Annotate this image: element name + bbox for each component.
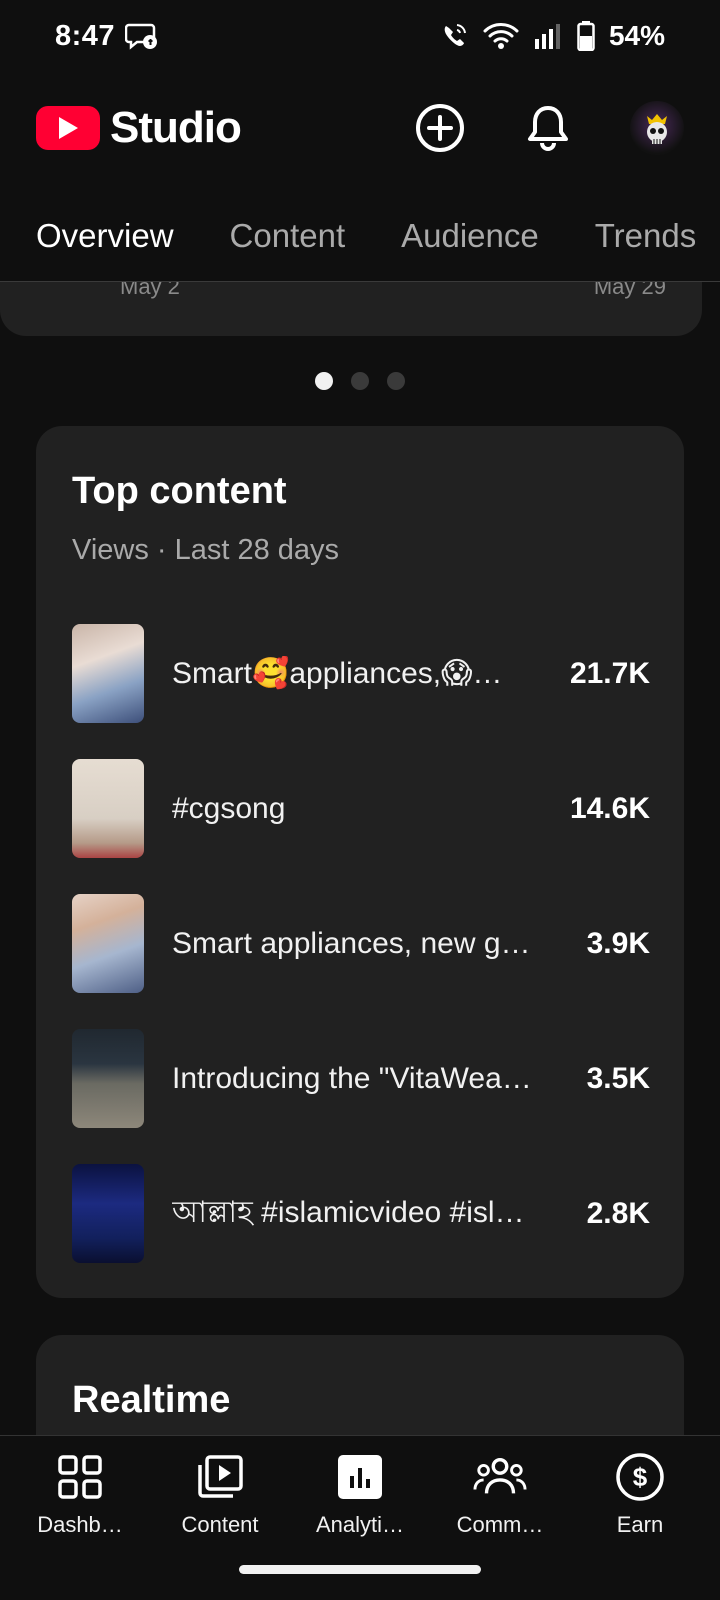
notifications-button[interactable] [518, 98, 578, 158]
battery-percent: 54% [608, 20, 665, 51]
nav-community[interactable]: Comm… [435, 1436, 565, 1556]
video-title: Introducing the "VitaWea… [172, 1061, 532, 1095]
tab-overview[interactable]: Overview [36, 205, 174, 281]
video-thumbnail [72, 624, 144, 723]
video-views: 3.5K [586, 1061, 650, 1095]
tab-content[interactable]: Content [230, 205, 346, 281]
video-views: 2.8K [586, 1196, 650, 1230]
tab-audience[interactable]: Audience [401, 205, 539, 281]
video-thumbnail [72, 759, 144, 858]
wifi-icon [483, 21, 519, 51]
svg-text:$: $ [633, 1462, 648, 1492]
header-actions [410, 98, 684, 158]
list-item[interactable]: Introducing the "VitaWea… 3.5K [72, 1011, 650, 1146]
video-title: #cgsong [172, 791, 286, 825]
video-title: Smart appliances, new g… [172, 926, 531, 960]
list-item[interactable]: Smart🥰appliances,😱… 21.7K [72, 606, 650, 741]
video-thumbnail [72, 1164, 144, 1263]
top-content-subtitle: Views · Last 28 days [72, 534, 340, 566]
analytics-icon [333, 1450, 387, 1504]
community-icon [473, 1450, 527, 1504]
nav-earn[interactable]: $ Earn [575, 1436, 705, 1556]
youtube-logo-icon [36, 106, 100, 150]
nav-earn-label: Earn [616, 1512, 664, 1537]
bottom-nav: Dashb… Content Analyti… Comm… $ Earn [0, 1435, 720, 1600]
video-views: 3.9K [586, 926, 650, 960]
nav-dashboard[interactable]: Dashb… [15, 1436, 145, 1556]
status-right: 54% [439, 20, 665, 52]
app-header: Studio [0, 90, 720, 166]
messenger-notification-icon [125, 21, 159, 51]
list-item[interactable]: আল্লাহ #islamicvideo #isl… 2.8K [72, 1146, 650, 1281]
video-title: Smart🥰appliances,😱… [172, 657, 503, 690]
carousel-dot-1[interactable] [315, 372, 333, 390]
battery-icon [577, 21, 595, 51]
nav-analytics[interactable]: Analyti… [295, 1436, 425, 1556]
realtime-title: Realtime [72, 1379, 231, 1421]
earn-icon: $ [613, 1450, 667, 1504]
wifi-call-icon [439, 21, 469, 51]
skull-avatar-icon [647, 114, 667, 144]
dashboard-icon [53, 1450, 107, 1504]
create-button[interactable] [410, 98, 470, 158]
app-name: Studio [110, 103, 242, 152]
signal-icon [533, 23, 563, 49]
top-content-title: Top content [72, 470, 287, 512]
video-views: 14.6K [569, 791, 650, 825]
video-views: 21.7K [569, 656, 650, 690]
video-thumbnail [72, 1029, 144, 1128]
studio-logo[interactable]: Studio [36, 103, 242, 153]
nav-analytics-label: Analyti… [315, 1512, 405, 1537]
bottom-nav-items: Dashb… Content Analyti… Comm… $ Earn [0, 1436, 720, 1556]
avatar[interactable] [630, 101, 684, 155]
status-bar: 8:47 54% [0, 0, 720, 72]
status-left: 8:47 [55, 20, 159, 53]
list-item[interactable]: #cgsong 14.6K [72, 741, 650, 876]
carousel-dot-2[interactable] [351, 372, 369, 390]
top-content-card: Top content Views · Last 28 days Smart🥰a… [36, 426, 684, 1298]
list-item[interactable]: Smart appliances, new g… 3.9K [72, 876, 650, 1011]
plus-circle-icon [416, 104, 464, 152]
status-time: 8:47 [55, 19, 116, 52]
video-thumbnail [72, 894, 144, 993]
tab-trends[interactable]: Trends [595, 205, 696, 281]
nav-dashboard-label: Dashb… [37, 1512, 123, 1537]
home-indicator[interactable] [239, 1565, 481, 1574]
bell-icon [528, 106, 568, 151]
video-title: আল্লাহ #islamicvideo #isl… [172, 1196, 525, 1229]
nav-community-label: Comm… [456, 1512, 544, 1537]
carousel-indicator [0, 372, 720, 390]
nav-content[interactable]: Content [155, 1436, 285, 1556]
content-icon [193, 1450, 247, 1504]
carousel-dot-3[interactable] [387, 372, 405, 390]
tab-bar: Overview Content Audience Trends [0, 196, 720, 282]
nav-content-label: Content [181, 1512, 259, 1537]
top-content-list: Smart🥰appliances,😱… 21.7K #cgsong 14.6K … [72, 606, 650, 1281]
